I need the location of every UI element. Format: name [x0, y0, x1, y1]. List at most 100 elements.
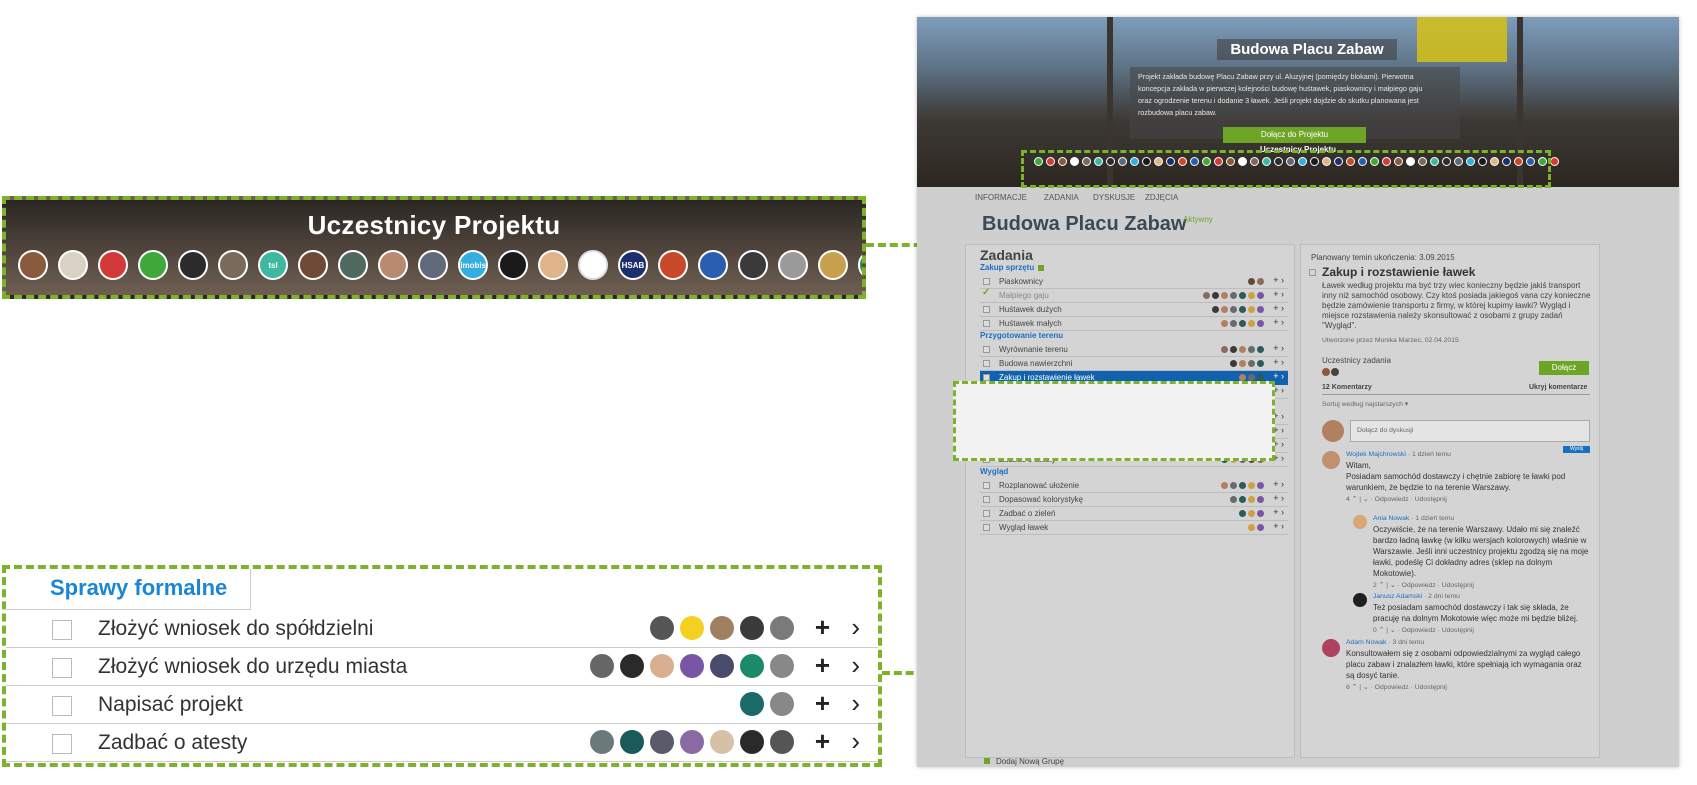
tab-zadania[interactable]: ZADANIA [1044, 193, 1079, 202]
avatar[interactable] [1550, 157, 1559, 166]
task-checkbox[interactable] [983, 374, 990, 381]
row-actions[interactable]: + › [1273, 317, 1284, 327]
tab-dyskusje[interactable]: DYSKUSJE [1093, 193, 1135, 202]
reply-link[interactable]: Odpowiedz [1375, 496, 1409, 503]
task-row[interactable]: Piaskownicy + › [980, 275, 1288, 289]
task-row[interactable]: Wyrównanie terenu + › [980, 343, 1288, 357]
task-row[interactable]: Budowa nawierzchni + › [980, 357, 1288, 371]
participant-avatar[interactable] [338, 250, 368, 280]
row-actions[interactable]: + › [1273, 343, 1284, 353]
vote-arrows-icon[interactable]: ⌃ | ⌄ · [1377, 582, 1402, 589]
participant-avatar[interactable] [418, 250, 448, 280]
task-row[interactable]: Rozplanować ułożenie + › [980, 479, 1288, 493]
row-actions[interactable]: + › [1273, 357, 1284, 367]
reply-link[interactable]: Odpowiedz [1375, 684, 1409, 691]
task-checkbox[interactable] [983, 482, 990, 489]
vote-arrows-icon[interactable]: ⌃ | ⌄ · [1350, 684, 1375, 691]
add-icon[interactable]: + [815, 612, 830, 643]
participant-avatar[interactable] [178, 250, 208, 280]
participant-avatar[interactable] [298, 250, 328, 280]
add-icon[interactable]: + [815, 726, 830, 757]
share-link[interactable]: Udostępnij [1442, 627, 1474, 634]
participant-avatar[interactable]: HSAB [618, 250, 648, 280]
row-actions[interactable]: + › [1273, 303, 1284, 313]
add-icon[interactable]: + [815, 650, 830, 681]
sort-dropdown[interactable]: Sortuj według najstarszych ▾ [1322, 400, 1408, 408]
discussion-input[interactable]: Dołącz do dyskusji [1350, 420, 1590, 442]
add-group-button[interactable]: Dodaj Nową Grupę [984, 757, 1064, 766]
participant-avatar[interactable] [738, 250, 768, 280]
task-checkbox[interactable] [983, 360, 990, 367]
group-header[interactable]: Sprawy formalne [6, 569, 251, 610]
task-row[interactable]: Wygląd ławek + › [980, 521, 1288, 535]
share-link[interactable]: Udostępnij [1442, 582, 1474, 589]
task-checkbox[interactable] [52, 734, 72, 754]
row-actions[interactable]: + › [1273, 521, 1284, 531]
chevron-right-icon[interactable]: › [851, 650, 860, 681]
task-checkbox[interactable] [52, 620, 72, 640]
task-checkbox[interactable] [983, 524, 990, 531]
task-checkbox[interactable] [52, 696, 72, 716]
task-row[interactable]: Zadbać o atesty + › [6, 724, 878, 762]
participant-avatar[interactable] [818, 250, 848, 280]
chevron-right-icon[interactable]: › [851, 688, 860, 719]
task-checkbox[interactable] [983, 278, 990, 285]
task-row[interactable]: Napisać projekt + › [6, 686, 878, 724]
task-checkbox[interactable] [983, 510, 990, 517]
comment-author[interactable]: Janusz Adamski [1373, 593, 1422, 600]
participant-avatar[interactable] [98, 250, 128, 280]
tab-informacje[interactable]: INFORMACJE [975, 193, 1027, 202]
task-row[interactable]: Dopasować kolorystykę + › [980, 493, 1288, 507]
task-row[interactable]: Złożyć wniosek do spółdzielni + › [6, 610, 878, 648]
task-row[interactable]: ✓ Małpiego gaju + › [980, 287, 1288, 303]
participant-avatar[interactable]: Fimobiss [458, 250, 488, 280]
row-actions[interactable]: + › [1273, 479, 1284, 489]
check-icon[interactable]: ✓ [982, 287, 990, 298]
reply-link[interactable]: Odpowiedz [1402, 582, 1436, 589]
chevron-right-icon[interactable]: › [851, 612, 860, 643]
hide-comments-link[interactable]: Ukryj komentarze [1529, 384, 1587, 391]
tab-zdjecia[interactable]: ZDJĘCIA [1145, 193, 1178, 202]
plus-icon[interactable] [1038, 264, 1045, 271]
participant-avatar[interactable] [498, 250, 528, 280]
participant-avatar[interactable] [18, 250, 48, 280]
task-row[interactable]: Huśtawek małych + › [980, 317, 1288, 331]
group-title[interactable]: Wygląd [980, 467, 1008, 476]
participant-avatar[interactable] [698, 250, 728, 280]
vote-arrows-icon[interactable]: ⌃ | ⌄ · [1377, 627, 1402, 634]
row-actions[interactable]: + › [1273, 493, 1284, 503]
participant-avatar[interactable] [858, 250, 862, 280]
share-link[interactable]: Udostępnij [1415, 496, 1447, 503]
participant-avatar[interactable] [138, 250, 168, 280]
participant-avatar[interactable] [658, 250, 688, 280]
row-actions[interactable]: + › [1273, 275, 1284, 285]
comment-author[interactable]: Wojtek Majchrowski [1346, 451, 1406, 458]
join-task-button[interactable]: Dołącz [1539, 361, 1589, 375]
task-row[interactable]: Złożyć wniosek do urzędu miasta + › [6, 648, 878, 686]
task-row[interactable]: Huśtawek dużych + › [980, 303, 1288, 317]
share-link[interactable]: Udostępnij [1415, 684, 1447, 691]
participant-avatar[interactable] [218, 250, 248, 280]
reply-link[interactable]: Odpowiedz [1402, 627, 1436, 634]
participant-avatar[interactable] [778, 250, 808, 280]
task-checkbox[interactable] [983, 496, 990, 503]
comment-author[interactable]: Ania Nowak [1373, 515, 1409, 522]
task-row[interactable]: Zadbać o zieleń + › [980, 507, 1288, 521]
participant-avatar[interactable] [538, 250, 568, 280]
task-checkbox[interactable] [983, 320, 990, 327]
vote-arrows-icon[interactable]: ⌃ | ⌄ · [1350, 496, 1375, 503]
task-checkbox[interactable] [983, 306, 990, 313]
participant-avatar[interactable] [578, 250, 608, 280]
join-project-button[interactable]: Dołącz do Projektu [1223, 127, 1366, 143]
participant-avatar[interactable] [58, 250, 88, 280]
task-checkbox[interactable] [52, 658, 72, 678]
add-icon[interactable]: + [815, 688, 830, 719]
send-button[interactable]: Wyślij [1563, 446, 1590, 453]
comment-author[interactable]: Adam Nowak [1346, 639, 1386, 646]
task-checkbox[interactable] [1309, 269, 1316, 276]
group-title[interactable]: Przygotowanie terenu [980, 331, 1063, 340]
row-actions[interactable]: + › [1273, 289, 1284, 299]
group-title[interactable]: Zakup sprzętu [980, 263, 1045, 272]
participant-avatar[interactable] [378, 250, 408, 280]
task-checkbox[interactable] [983, 346, 990, 353]
